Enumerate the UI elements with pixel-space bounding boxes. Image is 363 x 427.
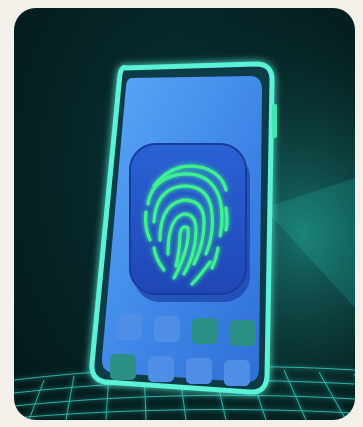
app-tile xyxy=(230,320,256,346)
phone xyxy=(89,61,277,395)
phone-side-button xyxy=(272,104,277,138)
app-tile xyxy=(192,318,218,344)
app-tile xyxy=(116,314,142,340)
app-tile xyxy=(154,316,180,342)
app-tile xyxy=(224,360,250,386)
app-tile xyxy=(186,358,212,384)
app-tile xyxy=(148,356,174,382)
app-tile xyxy=(110,354,136,380)
illustration-card xyxy=(14,8,355,420)
phone-fingerprint-illustration xyxy=(14,8,355,420)
